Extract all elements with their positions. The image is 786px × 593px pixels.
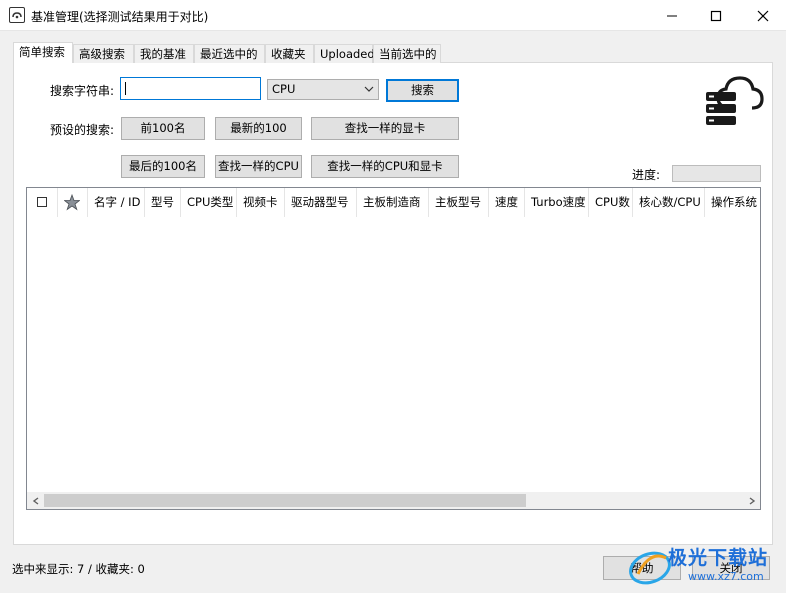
chevron-down-icon — [364, 80, 374, 105]
column-header-cores-per-cpu[interactable]: 核心数/CPU — [633, 188, 705, 217]
title-bar: 基准管理(选择测试结果用于对比) — [0, 0, 786, 31]
find-same-cpu-gpu-button[interactable]: 查找一样的CPU和显卡 — [311, 155, 459, 178]
text-caret — [125, 82, 126, 95]
scroll-right-button[interactable] — [743, 492, 760, 509]
watermark-text: 极光下载站 — [668, 547, 769, 569]
search-input[interactable] — [120, 77, 261, 100]
tab-uploaded[interactable]: Uploaded — [314, 44, 375, 63]
find-same-cpu-button[interactable]: 查找一样的CPU — [215, 155, 302, 178]
benchmark-type-value: CPU — [272, 82, 296, 96]
preset-search-label: 预设的搜索: — [50, 123, 115, 137]
progress-bar — [672, 165, 761, 182]
minimize-icon — [667, 15, 677, 16]
watermark-logo: 极光下载站 www.xz7.com — [626, 540, 786, 593]
column-header-motherboard-model[interactable]: 主板型号 — [429, 188, 489, 217]
column-header-speed[interactable]: 速度 — [489, 188, 525, 217]
close-icon — [757, 10, 769, 21]
select-all-checkbox-column[interactable] — [27, 188, 58, 217]
column-header-cpu-count[interactable]: CPU数 — [589, 188, 633, 217]
column-header-os[interactable]: 操作系统 — [705, 188, 760, 217]
column-header-cpu-type[interactable]: CPU类型 — [181, 188, 237, 217]
column-header-video-card[interactable]: 视频卡 — [237, 188, 285, 217]
newest-100-button[interactable]: 最新的100 — [215, 117, 302, 140]
results-table[interactable]: 名字 / ID 型号 CPU类型 视频卡 驱动器型号 主板制造商 主板型号 速度… — [26, 187, 761, 510]
tab-favorites[interactable]: 收藏夹 — [265, 44, 314, 63]
column-header-drive-model[interactable]: 驱动器型号 — [285, 188, 357, 217]
tab-my-benchmarks[interactable]: 我的基准 — [134, 44, 194, 63]
star-icon — [63, 193, 81, 211]
progress-label: 进度: — [632, 168, 661, 182]
tab-recently-selected[interactable]: 最近选中的 — [194, 44, 265, 63]
maximize-icon — [710, 10, 722, 21]
close-window-button[interactable] — [740, 0, 786, 31]
column-header-motherboard-maker[interactable]: 主板制造商 — [357, 188, 429, 217]
chevron-left-icon — [32, 496, 38, 505]
checkbox-icon — [37, 197, 47, 207]
column-header-turbo-speed[interactable]: Turbo速度 — [525, 188, 589, 217]
watermark-url: www.xz7.com — [688, 570, 764, 583]
search-string-label: 搜索字符串: — [50, 84, 115, 98]
scrollbar-thumb[interactable] — [44, 494, 526, 507]
maximize-button[interactable] — [693, 0, 739, 31]
tab-simple-search[interactable]: 简单搜索 — [13, 42, 73, 63]
cloud-server-icon — [704, 72, 764, 135]
window-title: 基准管理(选择测试结果用于对比) — [31, 10, 209, 24]
column-header-name-id[interactable]: 名字 / ID — [88, 188, 145, 217]
status-text: 选中来显示: 7 / 收藏夹: 0 — [12, 562, 145, 576]
tab-advanced-search[interactable]: 高级搜索 — [73, 44, 134, 63]
scroll-left-button[interactable] — [27, 492, 44, 509]
column-header-model[interactable]: 型号 — [145, 188, 181, 217]
last-100-button[interactable]: 最后的100名 — [121, 155, 205, 178]
top-100-button[interactable]: 前100名 — [121, 117, 205, 140]
minimize-button[interactable] — [649, 0, 695, 31]
favorite-column[interactable] — [58, 188, 88, 217]
chevron-right-icon — [749, 496, 755, 505]
app-icon — [9, 7, 25, 23]
search-button[interactable]: 搜索 — [386, 79, 459, 102]
horizontal-scrollbar[interactable] — [27, 492, 760, 509]
find-same-gpu-button[interactable]: 查找一样的显卡 — [311, 117, 459, 140]
benchmark-type-select[interactable]: CPU — [267, 79, 379, 100]
tab-currently-selected[interactable]: 当前选中的 — [373, 44, 441, 63]
